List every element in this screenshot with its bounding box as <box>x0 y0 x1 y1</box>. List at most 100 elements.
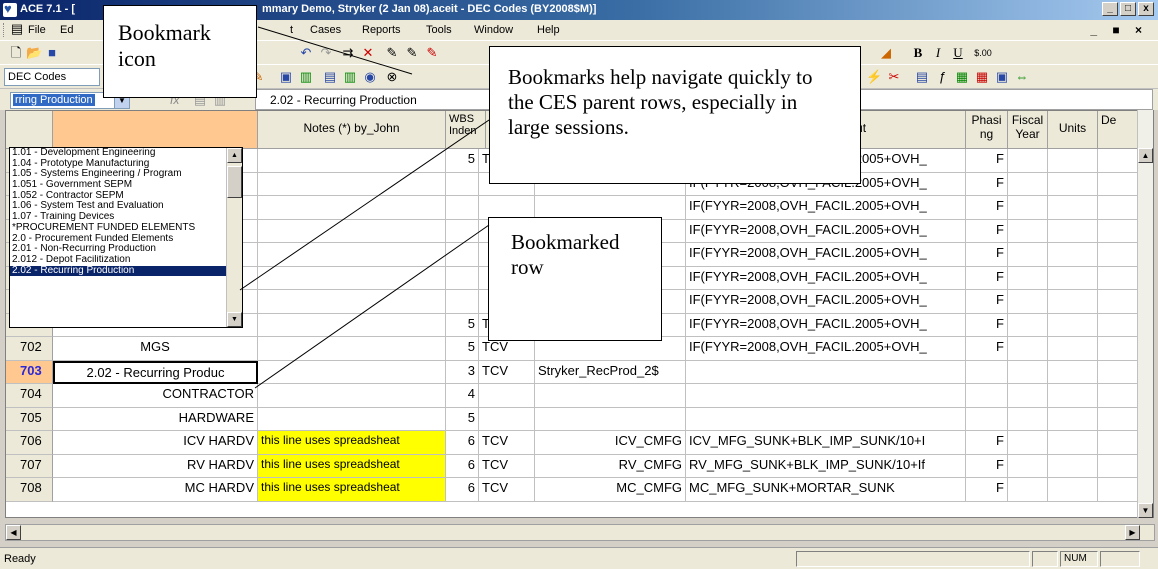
row-notes-cell[interactable]: this line uses spreadsheat <box>258 431 446 455</box>
row-phasing-cell[interactable] <box>966 384 1008 408</box>
row-cost-cell[interactable] <box>535 407 686 431</box>
row-de-cell[interactable] <box>1098 266 1138 290</box>
row-de-cell[interactable] <box>1098 219 1138 243</box>
row-header[interactable]: 708 <box>6 478 53 502</box>
bookmark-list-item[interactable]: 2.02 - Recurring Production <box>10 265 228 277</box>
row-formula-cell[interactable]: IF(FYYR=2008,OVH_FACIL.2005+OVH_ <box>686 196 966 220</box>
delete-row-icon[interactable]: ✕ <box>360 45 376 61</box>
row-name-cell[interactable]: MC HARDV <box>53 478 258 502</box>
row-fiscal-year-cell[interactable] <box>1008 219 1048 243</box>
row-notes-cell[interactable] <box>258 172 446 196</box>
row-de-cell[interactable] <box>1098 290 1138 314</box>
row-notes-cell[interactable] <box>258 384 446 408</box>
row-phasing-cell[interactable] <box>966 360 1008 384</box>
function-icon[interactable]: ƒ <box>934 69 950 85</box>
bookmark-icon[interactable]: ✎ <box>404 45 420 61</box>
row-units-cell[interactable] <box>1048 454 1098 478</box>
bookmark-list-item[interactable]: *PROCUREMENT FUNDED ELEMENTS <box>10 223 228 234</box>
row-fiscal-year-cell[interactable] <box>1008 360 1048 384</box>
row-header[interactable]: 702 <box>6 337 53 361</box>
fill-color-icon[interactable]: ◢ <box>878 45 894 61</box>
row-de-cell[interactable] <box>1098 313 1138 337</box>
row-notes-cell[interactable] <box>258 407 446 431</box>
row-header[interactable]: 705 <box>6 407 53 431</box>
row-wbs-cell[interactable]: 5 <box>446 149 479 173</box>
row-wbs-cell[interactable]: 6 <box>446 431 479 455</box>
row-cost-cell[interactable]: Stryker_RecProd_2$ <box>535 360 686 384</box>
menu-file[interactable]: File <box>28 24 46 36</box>
row-formula-cell[interactable] <box>686 360 966 384</box>
row-units-cell[interactable] <box>1048 360 1098 384</box>
row-notes-cell[interactable] <box>258 243 446 267</box>
mdi-window-controls[interactable]: _ ■ × <box>1090 23 1148 37</box>
row-fiscal-year-cell[interactable] <box>1008 384 1048 408</box>
row-units-cell[interactable] <box>1048 243 1098 267</box>
row-units-cell[interactable] <box>1048 431 1098 455</box>
row-name-cell[interactable]: 2.02 - Recurring Produc <box>53 360 258 384</box>
menu-window[interactable]: Window <box>474 24 513 36</box>
bookmark-add-icon[interactable]: ✎ <box>384 45 400 61</box>
row-units-cell[interactable] <box>1048 196 1098 220</box>
row-units-cell[interactable] <box>1048 313 1098 337</box>
row-wbs-cell[interactable]: 4 <box>446 384 479 408</box>
row-formula-cell[interactable]: RV_MFG_SUNK+BLK_IMP_SUNK/10+If <box>686 454 966 478</box>
row-wbs-cell[interactable] <box>446 266 479 290</box>
insert-row-icon[interactable]: ⇉ <box>340 45 356 61</box>
row-de-cell[interactable] <box>1098 384 1138 408</box>
row-units-cell[interactable] <box>1048 172 1098 196</box>
horizontal-scrollbar[interactable]: ◀ ▶ <box>5 524 1155 541</box>
row-formula-cell[interactable]: IF(FYYR=2008,OVH_FACIL.2005+OVH_ <box>686 313 966 337</box>
row-name-cell[interactable]: RV HARDV <box>53 454 258 478</box>
close-button[interactable]: x <box>1138 2 1154 16</box>
row-cost-cell[interactable] <box>535 196 686 220</box>
bookmark-list-item[interactable]: 1.052 - Contractor SEPM <box>10 191 228 202</box>
row-notes-cell[interactable] <box>258 149 446 173</box>
row-code-cell[interactable]: TCV <box>479 360 535 384</box>
wand-icon[interactable]: ⚡ <box>866 69 882 85</box>
row-notes-cell[interactable] <box>258 313 446 337</box>
row-wbs-cell[interactable] <box>446 196 479 220</box>
row-de-cell[interactable] <box>1098 407 1138 431</box>
row-phasing-cell[interactable]: F <box>966 149 1008 173</box>
import-icon[interactable]: ▦ <box>974 69 990 85</box>
bookmark-list-item[interactable]: 1.051 - Government SEPM <box>10 180 228 191</box>
bookmark-list-item[interactable]: 1.05 - Systems Engineering / Program <box>10 169 228 180</box>
row-phasing-cell[interactable]: F <box>966 196 1008 220</box>
row-wbs-cell[interactable]: 6 <box>446 478 479 502</box>
row-fiscal-year-cell[interactable] <box>1008 172 1048 196</box>
row-header[interactable]: 707 <box>6 454 53 478</box>
row-fiscal-year-cell[interactable] <box>1008 431 1048 455</box>
scroll-right-icon[interactable]: ▶ <box>1125 525 1140 540</box>
row-wbs-cell[interactable] <box>446 290 479 314</box>
row-formula-cell[interactable]: ICV_MFG_SUNK+BLK_IMP_SUNK/10+I <box>686 431 966 455</box>
row-phasing-cell[interactable]: F <box>966 313 1008 337</box>
row-formula-cell[interactable]: IF(FYYR=2008,OVH_FACIL.2005+OVH_ <box>686 219 966 243</box>
row-de-cell[interactable] <box>1098 478 1138 502</box>
column-header-units[interactable]: Units <box>1048 111 1098 149</box>
row-phasing-cell[interactable]: F <box>966 454 1008 478</box>
row-de-cell[interactable] <box>1098 243 1138 267</box>
row-phasing-cell[interactable]: F <box>966 337 1008 361</box>
row-wbs-cell[interactable] <box>446 172 479 196</box>
inputs-icon[interactable]: ▣ <box>278 69 294 85</box>
row-formula-cell[interactable]: IF(FYYR=2008,OVH_FACIL.2005+OVH_ <box>686 290 966 314</box>
row-phasing-cell[interactable]: F <box>966 219 1008 243</box>
maximize-button[interactable]: □ <box>1120 2 1136 16</box>
row-notes-cell[interactable] <box>258 337 446 361</box>
menu-reports[interactable]: Reports <box>362 24 401 36</box>
open-icon[interactable]: 📂 <box>26 45 42 61</box>
row-wbs-cell[interactable]: 3 <box>446 360 479 384</box>
row-cost-cell[interactable] <box>535 384 686 408</box>
row-de-cell[interactable] <box>1098 431 1138 455</box>
row-wbs-cell[interactable]: 5 <box>446 337 479 361</box>
document-icon[interactable]: ▤ <box>9 21 25 37</box>
row-notes-cell[interactable] <box>258 360 446 384</box>
row-header[interactable]: 703 <box>6 360 53 384</box>
menu-tools[interactable]: Tools <box>426 24 452 36</box>
row-units-cell[interactable] <box>1048 290 1098 314</box>
row-fiscal-year-cell[interactable] <box>1008 266 1048 290</box>
row-notes-cell[interactable] <box>258 196 446 220</box>
row-units-cell[interactable] <box>1048 478 1098 502</box>
row-wbs-cell[interactable] <box>446 243 479 267</box>
row-fiscal-year-cell[interactable] <box>1008 454 1048 478</box>
